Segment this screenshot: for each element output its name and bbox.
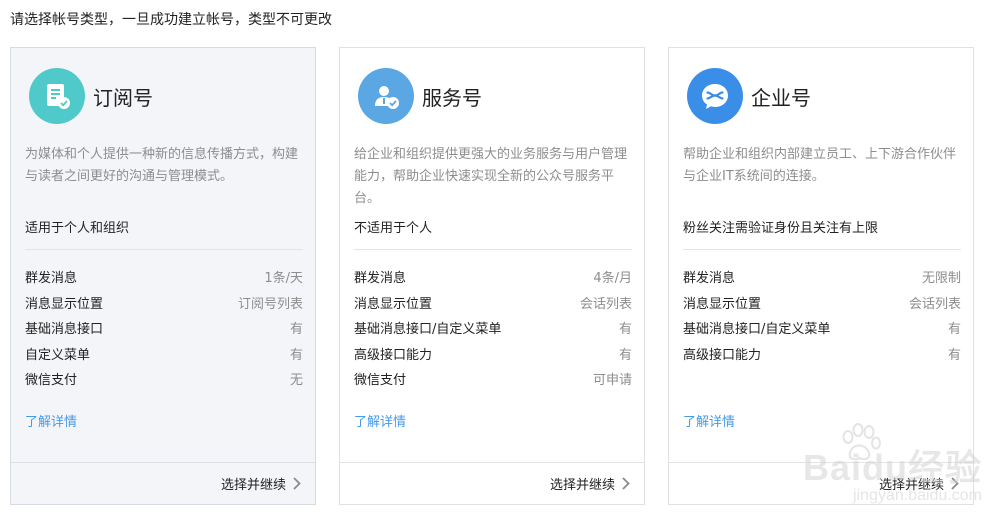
feature-value: 有 [289,347,303,363]
card-scope: 适用于个人和组织 [25,220,303,250]
feature-value: 有 [289,322,303,337]
feature-row: 群发消息 4条/月 [354,269,632,295]
feature-row: 高级接口能力 有 [354,346,632,372]
card-header: 订阅号 [29,68,153,124]
feature-row: 消息显示位置 会话列表 [354,295,632,321]
card-service-account[interactable]: 服务号 给企业和组织提供更强大的业务服务与用户管理能力，帮助企业快速实现全新的公… [339,47,645,505]
select-continue-button[interactable]: 选择并继续 [11,462,315,504]
feature-value: 会话列表 [579,296,632,312]
feature-list: 群发消息 4条/月 消息显示位置 会话列表 基础消息接口/自定义菜单有 高级接口能力… [354,269,632,397]
feature-label: 消息显示位置 [354,296,433,312]
feature-label: 自定义菜单 [25,347,91,363]
feature-row: 消息显示位置 订阅号列表 [25,295,303,321]
feature-label: 高级接口能力 [683,347,762,363]
feature-value: 1条/天 [264,271,303,286]
card-header: 服务号 [358,68,482,124]
feature-row: 自定义菜单 有 [25,346,303,372]
learn-more-link[interactable]: 了解详情 [683,411,735,430]
card-description: 给企业和组织提供更强大的业务服务与用户管理能力，帮助企业快速实现全新的公众号服务… [354,147,628,206]
card-subscription-account[interactable]: 订阅号 为媒体和个人提供一种新的信息传播方式，构建与读者之间更好的沟通与管理模式… [10,47,316,505]
select-continue-button[interactable]: 选择并继续 [669,462,973,504]
document-badge-icon [29,68,85,124]
feature-label: 微信支付 [354,373,407,388]
card-header: 企业号 [687,68,811,124]
feature-list: 群发消息 1条/天 消息显示位置 订阅号列表 基础消息接口有 自定义菜单有 微信支付… [25,269,303,397]
select-continue-label: 选择并继续 [878,478,944,493]
feature-row: 微信支付 无 [25,371,303,397]
feature-label: 群发消息 [683,271,736,286]
feature-value: 4条/月 [593,271,632,286]
feature-list: 群发消息 无限制 消息显示位置 会话列表 基础消息接口/自定义菜单有 高级接口能力有 [683,269,961,371]
chevron-right-icon [951,477,959,490]
select-continue-label: 选择并继续 [549,478,615,493]
feature-label: 基础消息接口/自定义菜单 [354,322,502,337]
feature-row: 基础消息接口/自定义菜单 有 [683,320,961,346]
card-description: 为媒体和个人提供一种新的信息传播方式，构建与读者之间更好的沟通与管理模式。 [25,147,299,184]
feature-value: 订阅号列表 [237,296,303,312]
feature-row: 群发消息 1条/天 [25,269,303,295]
feature-value: 无限制 [921,271,961,286]
select-continue-label: 选择并继续 [220,478,286,493]
feature-value: 有 [618,322,632,337]
feature-label: 群发消息 [354,271,407,286]
feature-value: 无 [289,373,303,388]
chevron-right-icon [293,477,301,490]
feature-value: 有 [618,347,632,363]
enterprise-bubble-icon [687,68,743,124]
card-title: 订阅号 [93,85,153,110]
feature-value: 有 [947,347,961,363]
user-badge-icon [358,68,414,124]
chevron-right-icon [622,477,630,490]
learn-more-link[interactable]: 了解详情 [25,411,77,430]
card-title: 服务号 [422,85,482,110]
feature-label: 消息显示位置 [25,296,104,312]
feature-label: 消息显示位置 [683,296,762,312]
feature-row: 群发消息 无限制 [683,269,961,295]
select-continue-button[interactable]: 选择并继续 [340,462,644,504]
feature-label: 高级接口能力 [354,347,433,363]
feature-label: 微信支付 [25,373,78,388]
page-title: 请选择帐号类型，一旦成功建立帐号，类型不可更改 [10,12,332,28]
card-description: 帮助企业和组织内部建立员工、上下游合作伙伴与企业IT系统间的连接。 [683,147,957,184]
card-title: 企业号 [751,85,811,110]
feature-value: 会话列表 [908,296,961,312]
feature-label: 群发消息 [25,271,78,286]
learn-more-link[interactable]: 了解详情 [354,411,406,430]
feature-row: 基础消息接口/自定义菜单 有 [354,320,632,346]
card-scope: 不适用于个人 [354,220,632,250]
feature-value: 有 [947,322,961,337]
feature-label: 基础消息接口/自定义菜单 [683,322,831,337]
feature-row: 基础消息接口 有 [25,320,303,346]
feature-label: 基础消息接口 [25,322,104,337]
card-scope: 粉丝关注需验证身份且关注有上限 [683,220,961,250]
feature-value: 可申请 [592,373,632,388]
feature-row: 消息显示位置 会话列表 [683,295,961,321]
feature-row: 微信支付 可申请 [354,371,632,397]
feature-row: 高级接口能力 有 [683,346,961,372]
card-enterprise-account[interactable]: 企业号 帮助企业和组织内部建立员工、上下游合作伙伴与企业IT系统间的连接。 粉丝… [668,47,974,505]
